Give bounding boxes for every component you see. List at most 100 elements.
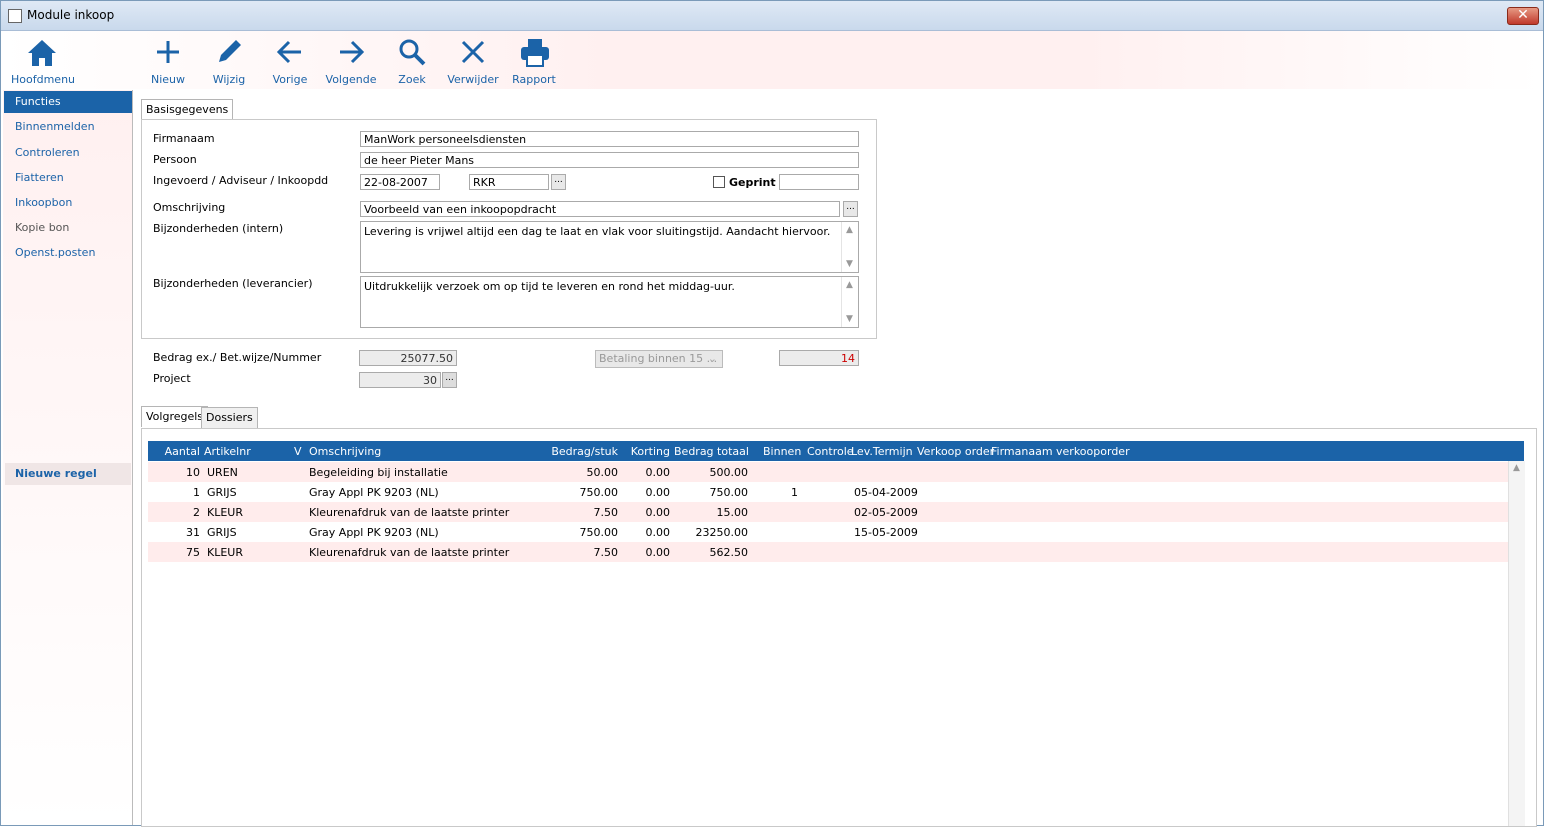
bedrag-label: Bedrag ex./ Bet.wijze/Nummer: [153, 351, 322, 364]
sidebar-item-kopie-bon[interactable]: Kopie bon: [15, 221, 69, 234]
sidebar-item-functies[interactable]: Functies: [4, 91, 132, 113]
previous-button[interactable]: Vorige: [260, 31, 320, 89]
search-icon: [399, 39, 426, 66]
sidebar: Functies Binnenmelden Controleren Fiatte…: [3, 90, 133, 825]
cell-bedrag-stuk: 50.00: [586, 466, 619, 479]
scroll-down-icon: ▼: [846, 259, 853, 269]
nummer-field: 14: [779, 350, 859, 366]
col-aantal[interactable]: Aantal: [148, 445, 200, 458]
cell-omschrijving: Kleurenafdruk van de laatste printer: [309, 506, 510, 519]
bijz-intern-textarea[interactable]: Levering is vrijwel altijd een dag te la…: [360, 221, 859, 273]
cell-korting: 0.00: [645, 486, 671, 499]
sidebar-item-binnenmelden[interactable]: Binnenmelden: [15, 120, 95, 133]
sidebar-item-controleren[interactable]: Controleren: [15, 146, 80, 159]
cell-bedrag-stuk: 750.00: [579, 486, 619, 499]
cell-aantal: 75: [186, 546, 200, 559]
omschrijving-field[interactable]: Voorbeeld van een inkoopopdracht: [360, 201, 840, 217]
col-controle[interactable]: Controle: [807, 445, 854, 458]
adviseur-field[interactable]: RKR: [469, 174, 549, 190]
geprint-checkbox[interactable]: [713, 176, 725, 188]
search-label: Zoek: [398, 73, 426, 86]
scroll-up-icon: ▲: [1513, 463, 1520, 473]
cell-omschrijving: Kleurenafdruk van de laatste printer: [309, 546, 510, 559]
new-row-button[interactable]: Nieuwe regel: [5, 463, 131, 485]
col-binnen[interactable]: Binnen: [763, 445, 801, 458]
grid-scrollbar[interactable]: ▲: [1508, 461, 1525, 826]
cell-bedrag-totaal: 15.00: [716, 506, 749, 519]
new-button[interactable]: Nieuw: [138, 31, 198, 89]
pencil-icon: [219, 40, 241, 62]
omschrijving-lookup-button[interactable]: ...: [843, 201, 858, 217]
adviseur-lookup-button[interactable]: ...: [551, 174, 566, 190]
table-row[interactable]: 10 UREN Begeleiding bij installatie 50.0…: [148, 462, 1508, 482]
persoon-field[interactable]: de heer Pieter Mans: [360, 152, 859, 168]
chevron-down-icon: ⌄: [707, 352, 717, 365]
project-lookup-button[interactable]: ...: [442, 372, 457, 388]
basis-panel: Firmanaam ManWork personeelsdiensten Per…: [141, 119, 877, 339]
new-label: Nieuw: [150, 73, 186, 86]
col-v[interactable]: V: [294, 445, 302, 458]
report-button[interactable]: Rapport: [504, 31, 564, 89]
ingevoerd-field[interactable]: 22-08-2007: [360, 174, 440, 190]
geprint-label: Geprint: [729, 176, 776, 189]
main-content: Basisgegevens Firmanaam ManWork personee…: [133, 90, 1541, 827]
previous-label: Vorige: [272, 73, 308, 86]
new-row-label: Nieuwe regel: [15, 467, 97, 480]
tab-basisgegevens[interactable]: Basisgegevens: [141, 99, 234, 120]
betaalwijze-value: Betaling binnen 15 ...: [599, 352, 718, 365]
cell-korting: 0.00: [645, 506, 671, 519]
ingevoerd-label: Ingevoerd / Adviseur / Inkoopdd: [153, 174, 329, 187]
printer-icon: [521, 39, 549, 67]
scroll-down-icon: ▼: [846, 314, 853, 324]
close-button[interactable]: ✕: [1507, 7, 1539, 25]
app-window: Module inkoop ✕ Hoofdmenu Nieuw Wijzig V…: [0, 0, 1544, 827]
table-row[interactable]: 2 KLEUR Kleurenafdruk van de laatste pri…: [148, 502, 1508, 522]
sidebar-item-fiatteren[interactable]: Fiatteren: [15, 171, 64, 184]
col-artikelnr[interactable]: Artikelnr: [204, 445, 251, 458]
col-bedrag-stuk[interactable]: Bedrag/stuk: [538, 445, 618, 458]
bijz-intern-scrollbar[interactable]: ▲ ▼: [841, 222, 858, 272]
col-verkoop-order[interactable]: Verkoop order: [917, 445, 994, 458]
arrow-left-icon: [276, 40, 301, 64]
home-button[interactable]: Hoofdmenu: [11, 31, 75, 89]
col-firmanaam-verkooporder[interactable]: Firmanaam verkooporder: [991, 445, 1130, 458]
volgregels-grid: Aantal Artikelnr V Omschrijving Bedrag/s…: [141, 428, 1537, 827]
cell-bedrag-stuk: 7.50: [593, 546, 619, 559]
col-korting[interactable]: Korting: [618, 445, 670, 458]
table-row[interactable]: 75 KLEUR Kleurenafdruk van de laatste pr…: [148, 542, 1508, 562]
sidebar-item-openst-posten[interactable]: Openst.posten: [15, 246, 95, 259]
tab-volgregels[interactable]: Volgregels: [141, 406, 209, 427]
bijz-lev-text: Uitdrukkelijk verzoek om op tijd te leve…: [364, 280, 735, 293]
col-bedrag-totaal[interactable]: Bedrag totaal: [674, 445, 749, 458]
bijz-lev-scrollbar[interactable]: ▲ ▼: [841, 277, 858, 327]
firmanaam-field[interactable]: ManWork personeelsdiensten: [360, 131, 859, 147]
cell-artikelnr: KLEUR: [207, 506, 243, 519]
table-row[interactable]: 1 GRIJS Gray Appl PK 9203 (NL) 750.00 0.…: [148, 482, 1508, 502]
tab-dossiers[interactable]: Dossiers: [201, 407, 258, 428]
col-omschrijving[interactable]: Omschrijving: [309, 445, 381, 458]
cell-bedrag-totaal: 750.00: [709, 486, 749, 499]
delete-button[interactable]: Verwijder: [443, 31, 503, 89]
window-title: Module inkoop: [27, 8, 115, 22]
bijz-lev-textarea[interactable]: Uitdrukkelijk verzoek om op tijd te leve…: [360, 276, 859, 328]
cell-lev-termijn: 05-04-2009: [854, 486, 918, 499]
bijz-intern-text: Levering is vrijwel altijd een dag te la…: [364, 225, 831, 238]
betaalwijze-select[interactable]: Betaling binnen 15 ... ⌄: [595, 350, 723, 368]
table-row[interactable]: 31 GRIJS Gray Appl PK 9203 (NL) 750.00 0…: [148, 522, 1508, 542]
cell-lev-termijn: 02-05-2009: [854, 506, 918, 519]
next-label: Volgende: [325, 73, 377, 86]
cell-aantal: 10: [186, 466, 200, 479]
sidebar-item-inkoopbon[interactable]: Inkoopbon: [15, 196, 72, 209]
omschrijving-label: Omschrijving: [153, 201, 226, 214]
cell-aantal: 31: [186, 526, 200, 539]
edit-button[interactable]: Wijzig: [199, 31, 259, 89]
report-label: Rapport: [512, 73, 556, 86]
search-button[interactable]: Zoek: [382, 31, 442, 89]
project-field: 30: [359, 372, 441, 388]
home-icon: [28, 40, 56, 66]
col-lev-termijn[interactable]: Lev.Termijn: [851, 445, 913, 458]
inkoopdd-field[interactable]: [779, 174, 859, 190]
cell-artikelnr: GRIJS: [207, 526, 237, 539]
next-button[interactable]: Volgende: [321, 31, 381, 89]
toolbar: Hoofdmenu Nieuw Wijzig Vorige Volgende Z…: [1, 31, 1541, 89]
